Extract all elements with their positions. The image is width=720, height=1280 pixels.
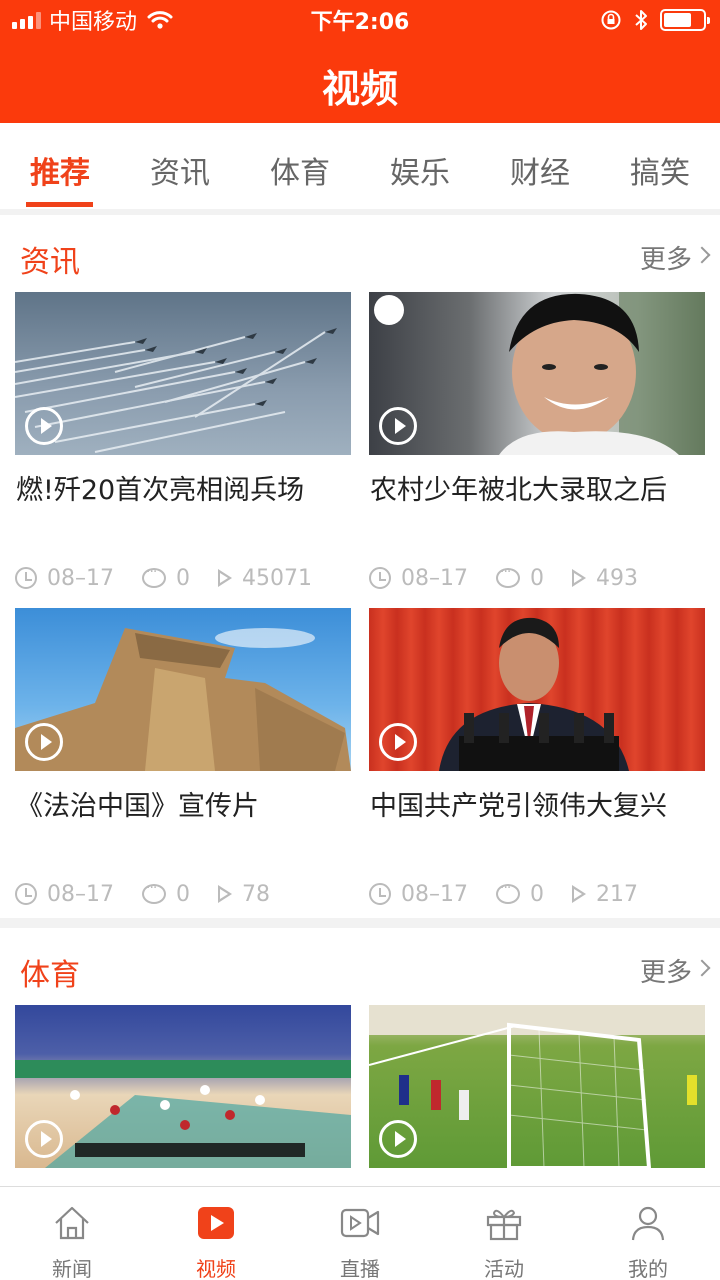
video-thumbnail[interactable] [15, 1005, 351, 1168]
bluetooth-icon [635, 10, 647, 30]
play-count-icon [572, 885, 586, 903]
comment-count: 0 [530, 565, 544, 591]
tab-finance[interactable]: 财经 [480, 123, 600, 209]
page-title: 视频 [321, 66, 398, 111]
section-title: 资讯 [20, 245, 80, 280]
video-card[interactable]: 中国共产党引领伟大复兴 08–17 0 217 [369, 608, 705, 907]
chevron-right-icon[interactable] [693, 959, 711, 977]
comment-count: 0 [530, 881, 544, 907]
jets-image [15, 328, 337, 453]
bottom-tab-label: 直播 [340, 1257, 380, 1280]
video-date: 08–17 [401, 565, 468, 591]
clock-icon [369, 567, 391, 589]
comment-count: 0 [176, 565, 190, 591]
category-tabs: 推荐 资讯 体育 娱乐 财经 搞笑 [0, 123, 720, 209]
video-meta: 08–17 0 217 [369, 880, 705, 907]
bottom-tab-label: 我的 [628, 1257, 668, 1280]
video-card[interactable]: 《法治中国》宣传片 08–17 0 78 [15, 608, 351, 907]
play-icon[interactable] [25, 723, 63, 761]
video-title[interactable]: 《法治中国》宣传片 [15, 788, 351, 864]
bottom-tab-label: 视频 [196, 1257, 236, 1280]
play-count-icon [572, 569, 586, 587]
more-link[interactable]: 更多 [640, 952, 692, 989]
section-title: 体育 [20, 958, 80, 993]
video-play-icon [198, 1207, 234, 1239]
play-icon[interactable] [379, 407, 417, 445]
speaker-image [439, 617, 629, 771]
comment-count: 0 [176, 881, 190, 907]
sports-section: 体育 更多 [0, 928, 720, 1186]
play-count: 493 [596, 565, 638, 591]
bottom-tab-me[interactable]: 我的 [576, 1187, 720, 1280]
boy-portrait-image [374, 292, 705, 455]
bottom-tab-activity[interactable]: 活动 [432, 1187, 576, 1280]
home-icon [55, 1206, 89, 1240]
user-icon [631, 1206, 665, 1241]
play-count: 217 [596, 881, 638, 907]
play-icon[interactable] [25, 1120, 63, 1158]
video-title[interactable]: 中国共产党引领伟大复兴 [369, 788, 705, 864]
video-meta: 08–17 0 45071 [15, 564, 351, 591]
play-count-icon [218, 885, 232, 903]
tab-funny[interactable]: 搞笑 [600, 123, 720, 209]
comment-icon [142, 564, 166, 588]
video-meta: 08–17 0 78 [15, 880, 351, 907]
bottom-tab-label: 活动 [484, 1257, 524, 1280]
bottom-tab-live[interactable]: 直播 [288, 1187, 432, 1280]
soccer-match-image [369, 1005, 705, 1168]
video-card[interactable]: 燃!歼20首次亮相阅兵场 08–17 0 45071 [15, 292, 351, 591]
tab-entertainment[interactable]: 娱乐 [360, 123, 480, 209]
chevron-right-icon[interactable] [693, 246, 711, 264]
video-meta: 08–17 0 493 [369, 564, 705, 591]
monument-image [15, 628, 351, 771]
video-title[interactable]: 农村少年被北大录取之后 [369, 472, 705, 548]
gift-icon [486, 1209, 522, 1241]
play-count: 78 [242, 881, 270, 907]
tab-recommend[interactable]: 推荐 [0, 123, 120, 209]
status-bar: 中国移动 下午2:06 [0, 0, 720, 40]
comment-icon [142, 880, 166, 904]
video-thumbnail[interactable] [369, 1005, 705, 1168]
navigation-bar: 视频 [0, 40, 720, 123]
clock-icon [15, 567, 37, 589]
play-icon[interactable] [379, 1120, 417, 1158]
news-section: 资讯 更多 燃!歼20首次亮相阅兵场 08–17 ··· 0 45071 农村少… [0, 215, 720, 918]
clock-icon [15, 883, 37, 905]
play-count-icon [218, 569, 232, 587]
play-icon[interactable] [379, 723, 417, 761]
tab-news[interactable]: 资讯 [120, 123, 240, 209]
video-card[interactable] [369, 1005, 705, 1168]
video-date: 08–17 [47, 881, 114, 907]
play-count: 45071 [242, 565, 312, 591]
more-link[interactable]: 更多 [640, 239, 692, 276]
video-card[interactable]: 农村少年被北大录取之后 08–17 0 493 [369, 292, 705, 591]
bottom-tab-video[interactable]: 视频 [144, 1187, 288, 1280]
video-thumbnail[interactable] [15, 608, 351, 771]
video-thumbnail[interactable] [369, 292, 705, 455]
tab-sports[interactable]: 体育 [240, 123, 360, 209]
play-icon[interactable] [25, 407, 63, 445]
live-camera-icon [340, 1208, 380, 1238]
comment-icon [496, 880, 520, 904]
comment-icon [496, 564, 520, 588]
video-title[interactable]: 燃!歼20首次亮相阅兵场 [15, 472, 351, 548]
bottom-tab-news[interactable]: 新闻 [0, 1187, 144, 1280]
rotation-lock-icon [601, 10, 621, 30]
bottom-tab-label: 新闻 [52, 1257, 92, 1280]
video-date: 08–17 [47, 565, 114, 591]
battery-icon [660, 9, 710, 31]
video-thumbnail[interactable] [15, 292, 351, 455]
video-thumbnail[interactable] [369, 608, 705, 771]
basketball-court-image [15, 1060, 351, 1168]
clock-icon [369, 883, 391, 905]
bottom-tab-bar: 新闻 视频 直播 活动 我的 [0, 1186, 720, 1280]
video-date: 08–17 [401, 881, 468, 907]
video-card[interactable] [15, 1005, 351, 1168]
